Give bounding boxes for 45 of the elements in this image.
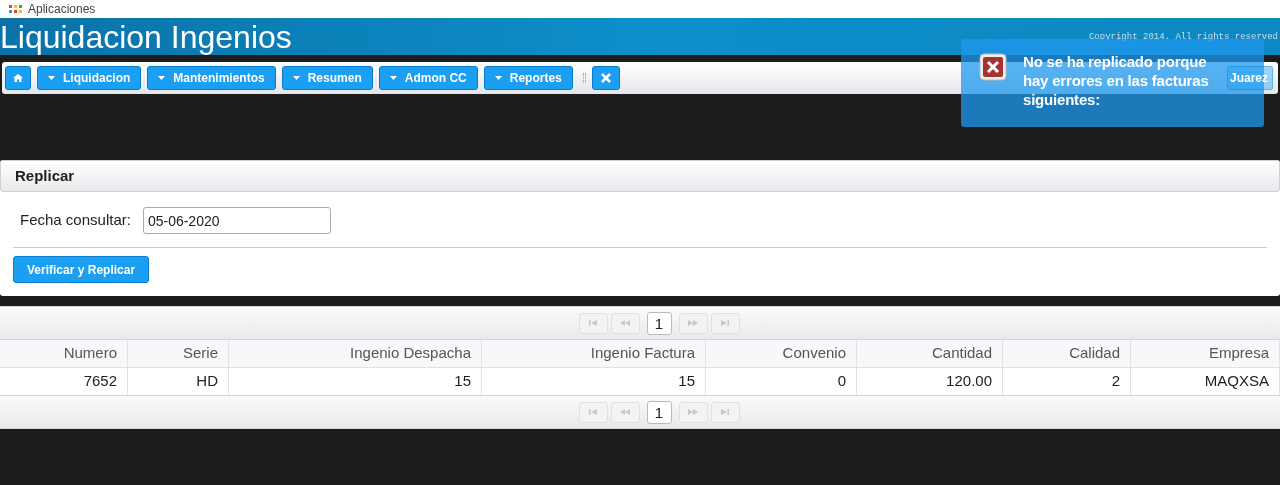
previous-page-icon (620, 409, 630, 415)
panel-title: Replicar (15, 165, 75, 186)
last-page-button[interactable] (710, 401, 740, 423)
column-header[interactable]: Numero (0, 340, 128, 367)
caret-icon (48, 76, 55, 80)
column-header[interactable]: Calidad (1003, 340, 1131, 367)
first-page-icon (589, 320, 597, 326)
page-button[interactable]: 1 (646, 311, 672, 335)
previous-page-button[interactable] (610, 401, 640, 423)
grip-icon (582, 73, 586, 83)
last-page-icon (721, 320, 729, 326)
caret-icon (292, 76, 300, 80)
caret-icon (494, 76, 502, 80)
caret-icon (389, 76, 397, 80)
first-page-button[interactable] (578, 401, 608, 423)
caret-icon (158, 76, 166, 80)
column-header[interactable]: Convenio (706, 340, 857, 367)
toast-message: No se ha replicado porque hay errores en las facturas siguientes: (1023, 52, 1210, 109)
column-header[interactable]: Ingenio Factura (482, 340, 706, 367)
previous-page-button[interactable] (610, 312, 640, 334)
home-icon (13, 73, 23, 83)
next-page-icon (688, 409, 698, 415)
date-field[interactable]: 05-06-2020 (142, 207, 331, 234)
first-page-button[interactable] (578, 312, 608, 334)
first-page-icon (589, 409, 597, 415)
column-header[interactable]: Serie (128, 340, 229, 367)
field-label: Fecha consultar: (20, 210, 131, 231)
app-title: Liquidacion Ingenios (0, 18, 292, 56)
close-button[interactable] (591, 66, 620, 90)
next-page-button[interactable] (678, 312, 708, 334)
column-header[interactable]: Cantidad (857, 340, 1003, 367)
close-icon (600, 73, 611, 83)
apps-grid-icon[interactable] (9, 5, 22, 13)
column-header[interactable]: Empresa (1131, 340, 1280, 367)
next-page-icon (688, 320, 698, 326)
bookmark-label[interactable]: Aplicaciones (28, 2, 96, 16)
last-page-button[interactable] (710, 312, 740, 334)
page-button[interactable]: 1 (646, 400, 672, 424)
column-header[interactable]: Ingenio Despacha (229, 340, 482, 367)
home-button[interactable] (5, 66, 31, 90)
copyright-text: Copyright 2014. All rights reserved (1088, 31, 1278, 44)
error-icon (979, 53, 1007, 81)
last-page-icon (721, 409, 729, 415)
previous-page-icon (620, 320, 630, 326)
next-page-button[interactable] (678, 401, 708, 423)
